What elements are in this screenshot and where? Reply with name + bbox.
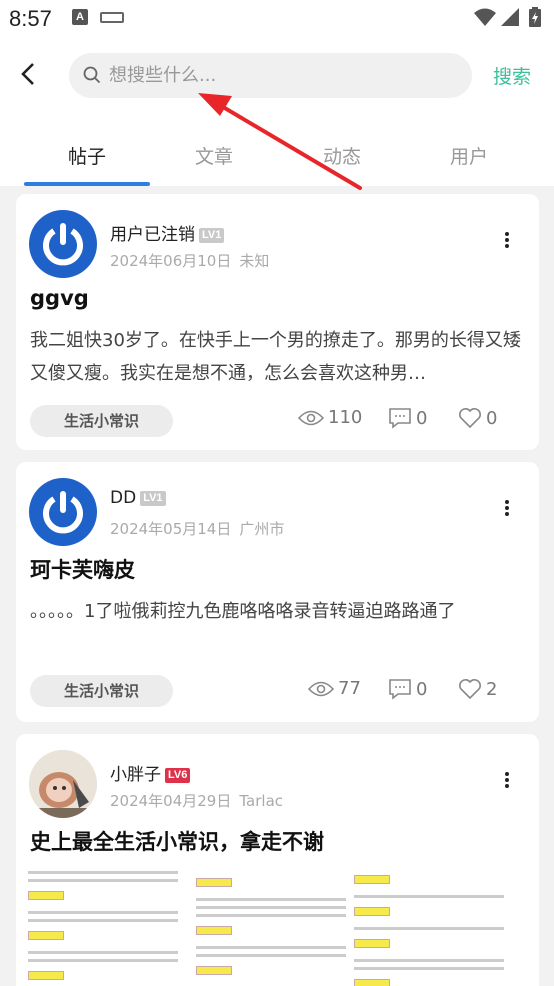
tab-bar: 帖子 文章 动态 用户 — [0, 134, 554, 186]
like-button[interactable]: 0 — [458, 407, 497, 429]
avatar[interactable] — [29, 210, 97, 278]
views-count: 110 — [298, 407, 362, 428]
comment-icon — [389, 679, 411, 700]
comments-value: 0 — [416, 407, 428, 429]
post-body: 。。。。。1了啦俄莉控九色鹿咯咯咯录音转逼迫路路通了 — [30, 601, 456, 622]
post-location: 广州市 — [239, 520, 285, 538]
username[interactable]: DD LV1 — [110, 488, 166, 508]
post-meta: 2024年04月29日 Tarlac — [110, 790, 283, 811]
comments-button[interactable]: 0 — [388, 407, 427, 429]
username-text: 用户已注销 — [110, 225, 195, 245]
signal-icon — [501, 8, 519, 26]
username-text: 小胖子 — [110, 765, 161, 785]
post-card[interactable]: 小胖子 LV6 2024年04月29日 Tarlac 史上最全生活小常识，拿走不谢 — [16, 734, 539, 986]
views-value: 110 — [328, 407, 363, 428]
more-options-button[interactable] — [501, 498, 513, 522]
search-button[interactable]: 搜索 — [493, 62, 531, 89]
avatar-photo — [29, 750, 97, 818]
post-title: 珂卡芙嗨皮 — [30, 558, 135, 582]
post-card[interactable]: 用户已注销 LV1 2024年06月10日 未知 ggvg 我二姐快30岁了。在快手… — [16, 194, 539, 450]
back-button[interactable] — [12, 58, 44, 90]
likes-value: 0 — [486, 407, 498, 429]
level-badge: LV6 — [165, 768, 191, 783]
avatar[interactable] — [29, 478, 97, 546]
more-options-button[interactable] — [501, 230, 513, 254]
power-logo-icon — [29, 478, 97, 546]
tab-users[interactable]: 用户 — [404, 142, 534, 169]
post-title: 史上最全生活小常识，拿走不谢 — [30, 830, 324, 854]
views-value: 77 — [338, 678, 361, 699]
wifi-icon — [474, 8, 496, 26]
keyboard-icon — [100, 12, 124, 23]
notification-a-icon: A — [72, 9, 88, 25]
username-text: DD — [110, 488, 137, 508]
tab-moments[interactable]: 动态 — [277, 142, 407, 169]
post-tag[interactable]: 生活小常识 — [30, 675, 173, 707]
post-meta: 2024年05月14日 广州市 — [110, 518, 284, 539]
search-box[interactable] — [69, 53, 472, 98]
eye-icon — [298, 410, 324, 425]
tab-indicator — [24, 182, 150, 186]
post-location: Tarlac — [239, 792, 284, 810]
post-location: 未知 — [239, 252, 270, 270]
search-input[interactable] — [109, 53, 459, 98]
post-card[interactable]: DD LV1 2024年05月14日 广州市 珂卡芙嗨皮 。。。。。1了啦俄莉控九色… — [16, 462, 539, 722]
tab-posts[interactable]: 帖子 — [22, 142, 152, 169]
views-count: 77 — [308, 678, 361, 699]
eye-icon — [308, 681, 334, 696]
search-header: 搜索 帖子 文章 动态 用户 — [0, 36, 554, 186]
post-image[interactable] — [28, 866, 178, 986]
heart-icon — [459, 408, 481, 429]
status-bar: 8:57 A — [0, 0, 554, 36]
avatar[interactable] — [29, 750, 97, 818]
level-badge: LV1 — [199, 228, 225, 243]
more-options-button[interactable] — [501, 770, 513, 794]
heart-icon — [459, 679, 481, 700]
post-body: 我二姐快30岁了。在快手上一个男的撩走了。那男的长得又矮又傻又瘦。我实在是想不通… — [30, 330, 521, 384]
username[interactable]: 小胖子 LV6 — [110, 760, 191, 785]
search-icon — [83, 66, 101, 84]
post-meta: 2024年06月10日 未知 — [110, 250, 269, 271]
username[interactable]: 用户已注销 LV1 — [110, 220, 225, 245]
post-date: 2024年05月14日 — [110, 520, 232, 538]
chevron-left-icon — [21, 63, 34, 85]
post-image[interactable] — [354, 871, 504, 986]
post-tag[interactable]: 生活小常识 — [30, 405, 173, 437]
comments-value: 0 — [416, 678, 428, 700]
post-date: 2024年06月10日 — [110, 252, 232, 270]
like-button[interactable]: 2 — [458, 678, 497, 700]
likes-value: 2 — [486, 678, 498, 700]
comment-icon — [389, 408, 411, 429]
post-date: 2024年04月29日 — [110, 792, 232, 810]
comments-button[interactable]: 0 — [388, 678, 427, 700]
tab-articles[interactable]: 文章 — [149, 142, 279, 169]
power-logo-icon — [29, 210, 97, 278]
post-image[interactable] — [196, 874, 346, 986]
post-title: ggvg — [30, 286, 89, 310]
status-time: 8:57 — [9, 6, 52, 31]
level-badge: LV1 — [140, 491, 166, 506]
battery-icon — [529, 7, 541, 27]
